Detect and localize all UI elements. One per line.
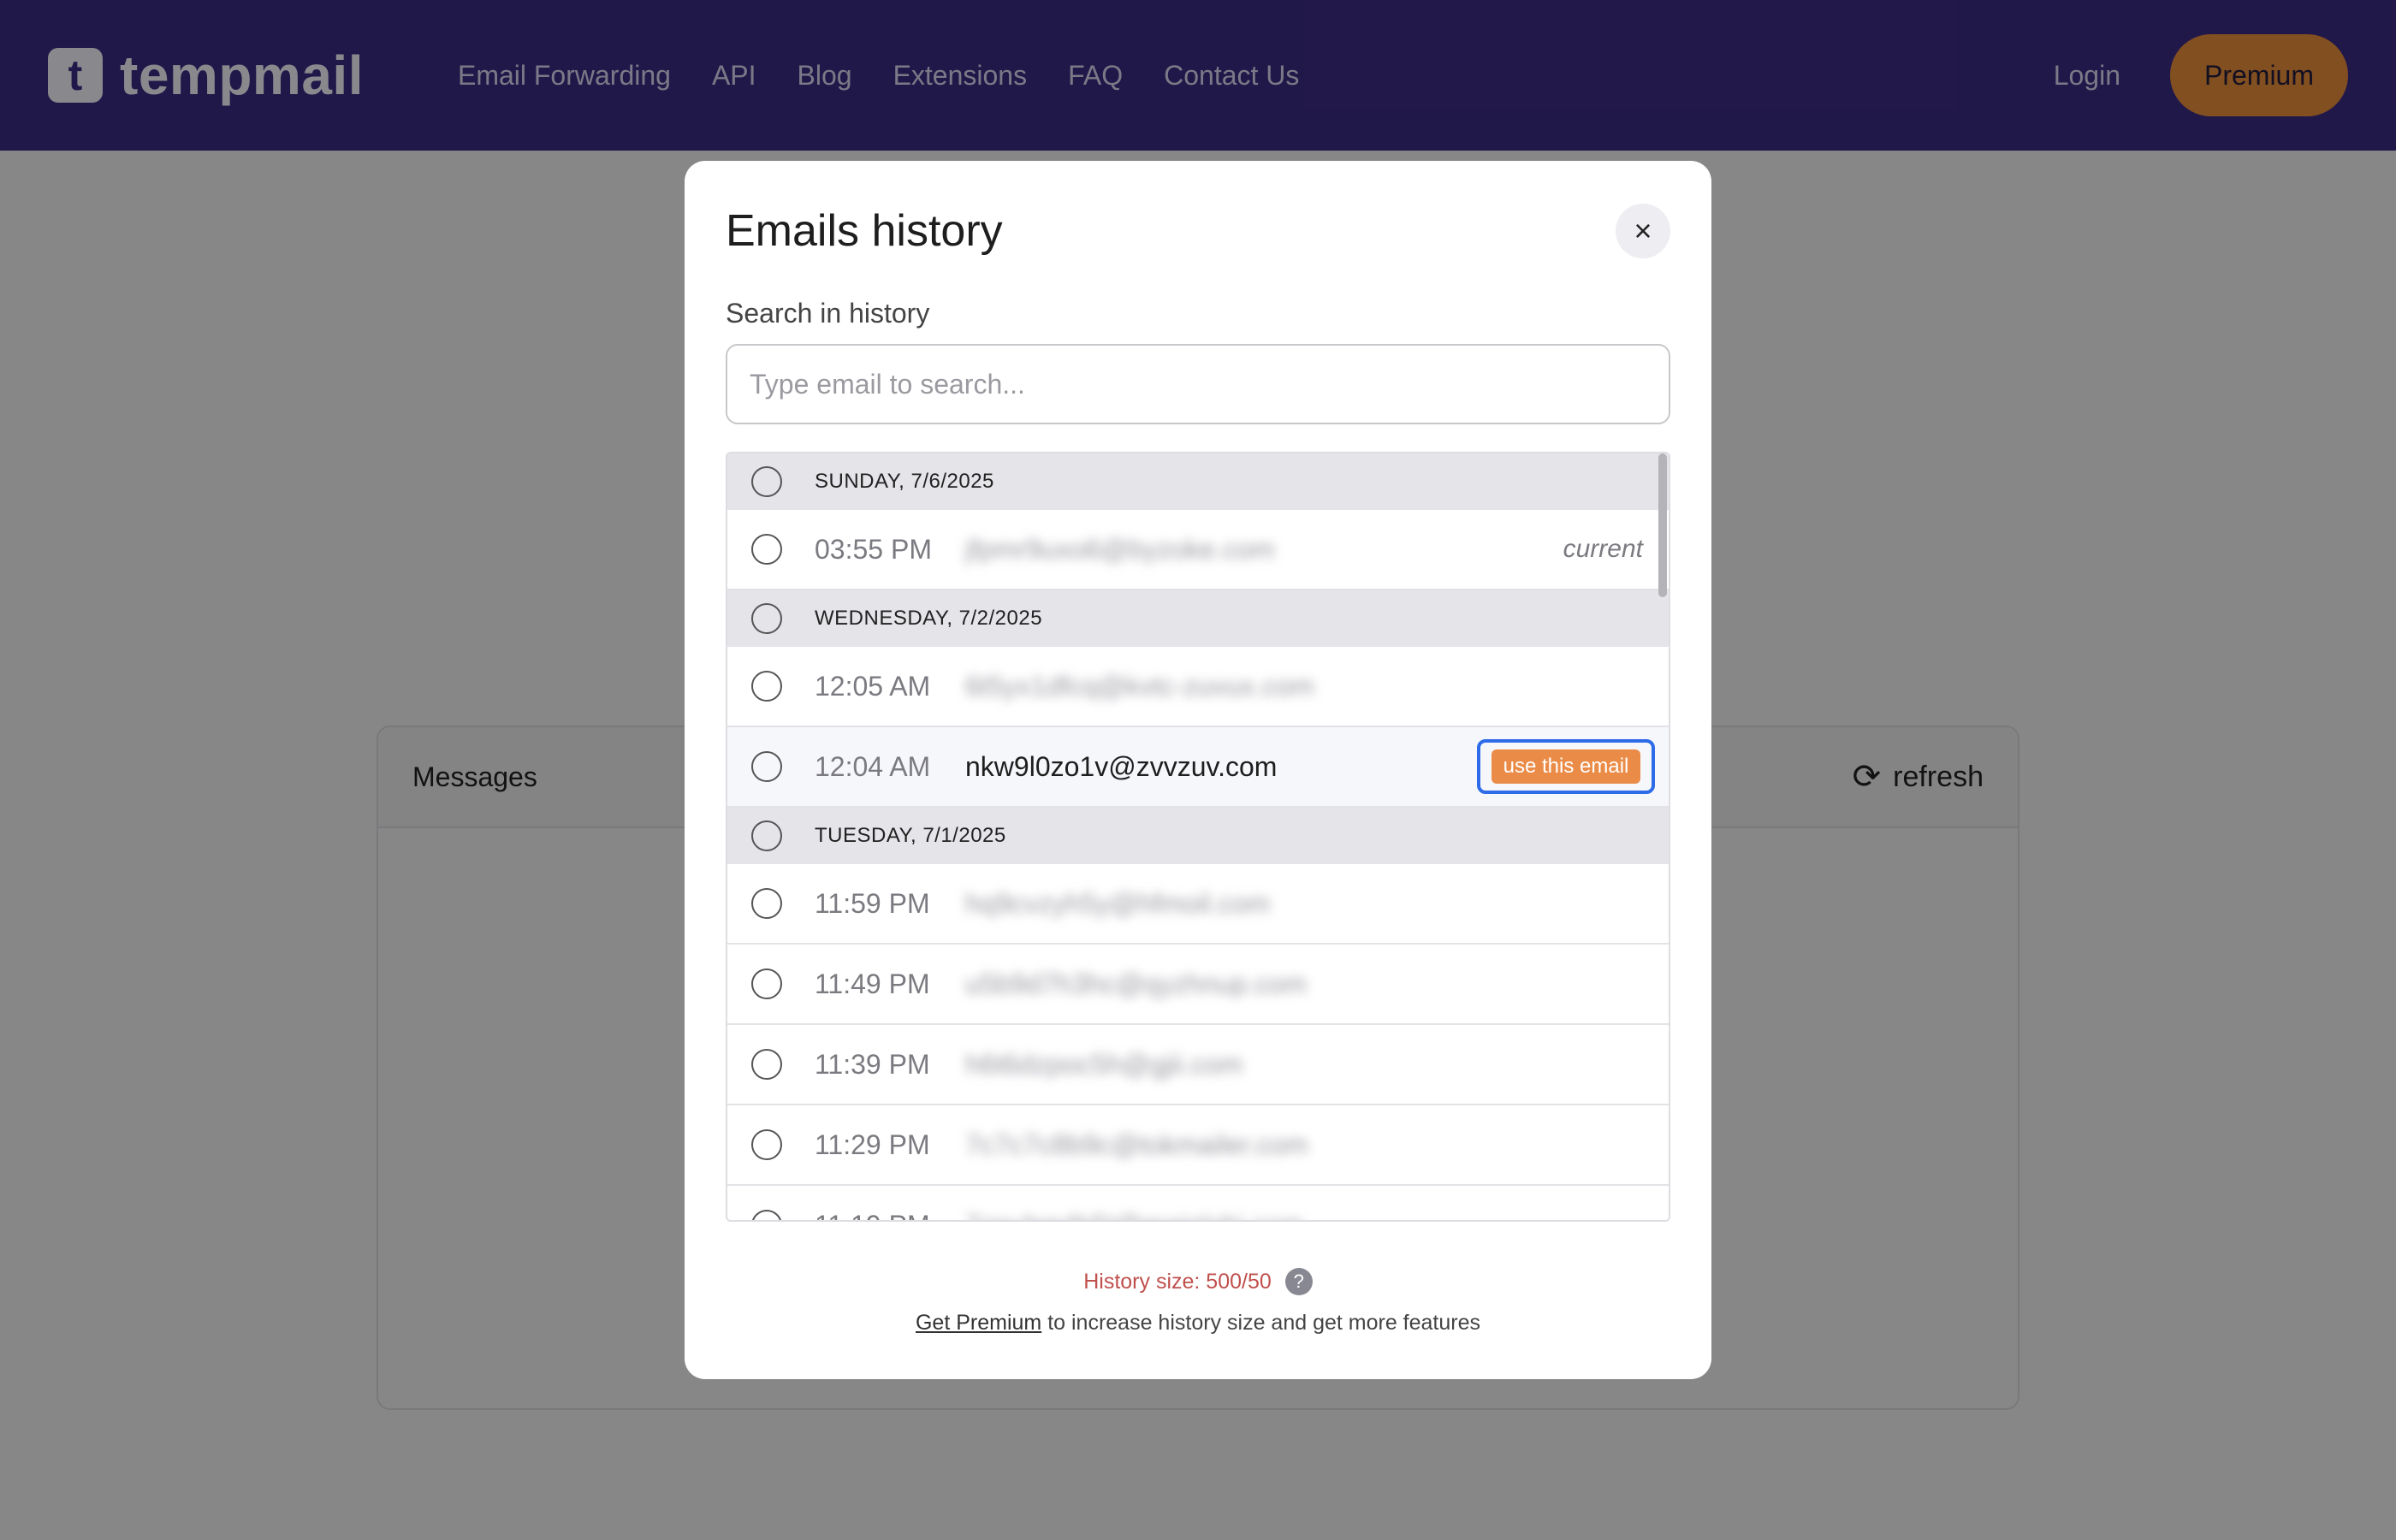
- day-header[interactable]: WEDNESDAY, 7/2/2025: [727, 590, 1669, 647]
- premium-note: Get Premium to increase history size and…: [685, 1311, 1711, 1336]
- item-time: 03:55 PM: [815, 533, 932, 565]
- item-time: 12:04 AM: [815, 750, 931, 782]
- radio-button[interactable]: [751, 1129, 782, 1160]
- history-item[interactable]: 12:04 AM nkw9l0zo1v@zvvzuv.com use this …: [727, 727, 1669, 808]
- use-this-email-button[interactable]: use this email: [1491, 749, 1641, 784]
- history-item[interactable]: 11:49 PM u5b9d7h3hc@qyzhnup.com: [727, 945, 1669, 1025]
- radio-button[interactable]: [751, 888, 782, 919]
- radio-button[interactable]: [751, 1049, 782, 1080]
- list-scrollbar[interactable]: [1658, 453, 1667, 597]
- item-time: 11:29 PM: [815, 1128, 930, 1160]
- search-label: Search in history: [726, 298, 930, 329]
- history-list[interactable]: SUNDAY, 7/6/2025 03:55 PM jfpmr9uxo6@byz…: [726, 452, 1670, 1222]
- radio-button[interactable]: [751, 820, 782, 851]
- use-this-email-focus-ring: use this email: [1477, 739, 1655, 794]
- item-email: hq9cvzyh5y@hfmoil.com: [965, 887, 1271, 919]
- radio-button[interactable]: [751, 968, 782, 999]
- radio-button[interactable]: [751, 603, 782, 634]
- radio-button[interactable]: [751, 1210, 782, 1220]
- radio-button[interactable]: [751, 466, 782, 497]
- history-size: History size: 500/50 ?: [685, 1268, 1711, 1295]
- history-item[interactable]: 11:29 PM 7c7c7c8b9c@tokmailer.com: [727, 1105, 1669, 1186]
- close-icon: ×: [1634, 213, 1652, 248]
- history-item[interactable]: 12:05 AM 6t5yx1dfcq@kvtc-zuvux.com: [727, 647, 1669, 727]
- modal-title: Emails history: [726, 206, 1003, 256]
- day-header[interactable]: TUESDAY, 7/1/2025: [727, 808, 1669, 864]
- radio-button[interactable]: [751, 751, 782, 782]
- item-email: u5b9d7h3hc@qyzhnup.com: [965, 968, 1307, 999]
- day-label: TUESDAY, 7/1/2025: [815, 824, 1006, 847]
- close-button[interactable]: ×: [1616, 204, 1670, 258]
- history-item[interactable]: 11:59 PM hq9cvzyh5y@hfmoil.com: [727, 864, 1669, 945]
- get-premium-link[interactable]: Get Premium: [916, 1311, 1041, 1335]
- radio-button[interactable]: [751, 534, 782, 565]
- day-label: SUNDAY, 7/6/2025: [815, 470, 994, 493]
- item-email: h6t6dzpoc5h@gjii.com: [965, 1048, 1243, 1080]
- header-dim-overlay: [0, 0, 2396, 151]
- radio-button[interactable]: [751, 671, 782, 702]
- premium-note-text: to increase history size and get more fe…: [1041, 1311, 1481, 1335]
- history-item[interactable]: 11:19 PM 7zpuhm4k5t@maiolobi.com: [727, 1186, 1669, 1221]
- day-label: WEDNESDAY, 7/2/2025: [815, 607, 1043, 630]
- history-item[interactable]: 03:55 PM jfpmr9uxo6@byzoke.com current: [727, 510, 1669, 590]
- item-time: 11:19 PM: [815, 1210, 965, 1221]
- help-icon[interactable]: ?: [1284, 1268, 1313, 1295]
- history-size-text: History size: 500/50: [1083, 1269, 1272, 1294]
- item-time: 11:49 PM: [815, 968, 930, 999]
- item-time: 11:59 PM: [815, 887, 930, 919]
- item-email: nkw9l0zo1v@zvvzuv.com: [965, 750, 1278, 782]
- item-time: 12:05 AM: [815, 670, 931, 702]
- item-email: 6t5yx1dfcq@kvtc-zuvux.com: [965, 670, 1314, 702]
- history-item[interactable]: 11:39 PM h6t6dzpoc5h@gjii.com: [727, 1025, 1669, 1105]
- item-time: 11:39 PM: [815, 1048, 930, 1080]
- item-email: 7c7c7c8b9c@tokmailer.com: [965, 1128, 1308, 1160]
- item-email: 7zpuhm4k5t@maiolobi.com: [965, 1210, 1303, 1221]
- emails-history-modal: Emails history × Search in history SUNDA…: [685, 161, 1711, 1379]
- search-input[interactable]: [726, 344, 1670, 424]
- day-header[interactable]: SUNDAY, 7/6/2025: [727, 453, 1669, 510]
- item-email: jfpmr9uxo6@byzoke.com: [965, 533, 1275, 565]
- current-badge: current: [1563, 535, 1643, 563]
